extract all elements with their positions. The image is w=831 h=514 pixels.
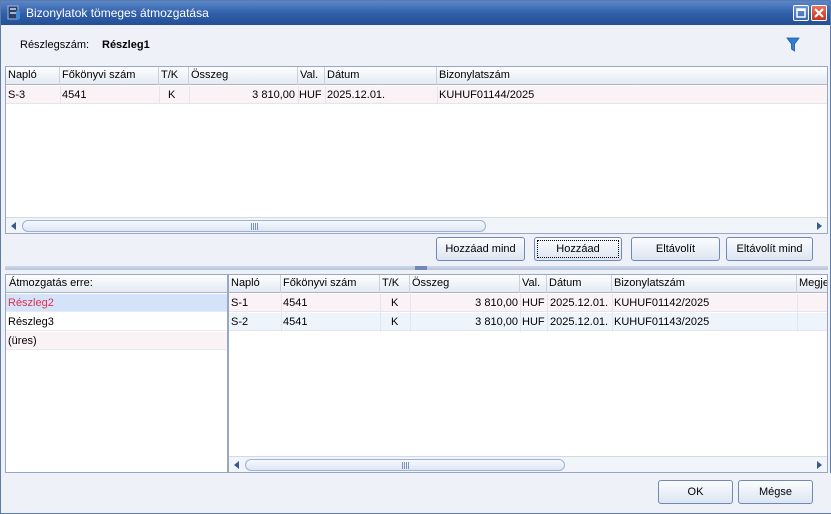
list-item[interactable]: (üres) bbox=[6, 332, 227, 350]
column-header-datum[interactable]: Dátum bbox=[327, 69, 359, 81]
column-header-tk[interactable]: T/K bbox=[382, 277, 399, 289]
department-value: Részleg1 bbox=[102, 39, 150, 51]
remove-all-button[interactable]: Eltávolít mind bbox=[726, 237, 813, 261]
cell-osszeg: 3 810,00 bbox=[252, 89, 295, 101]
app-icon bbox=[7, 5, 20, 20]
cell-tk: K bbox=[391, 297, 399, 309]
cell-bizonylat: KUHUF01142/2025 bbox=[614, 297, 710, 309]
scroll-thumb[interactable] bbox=[245, 459, 565, 471]
column-header-osszeg[interactable]: Összeg bbox=[191, 69, 228, 81]
scroll-right-icon[interactable] bbox=[813, 459, 825, 471]
column-header-megjegyzes[interactable]: Megje bbox=[799, 277, 827, 289]
grid-header: Napló Főkönyvi szám T/K Összeg Val. Dátu… bbox=[229, 275, 827, 293]
list-item[interactable]: Részleg3 bbox=[6, 313, 227, 331]
cell-osszeg: 3 810,00 bbox=[475, 297, 518, 309]
filter-icon[interactable] bbox=[786, 37, 800, 53]
cell-val: HUF bbox=[299, 89, 322, 101]
close-icon bbox=[814, 8, 824, 18]
scroll-left-icon[interactable] bbox=[8, 220, 20, 232]
title-bar[interactable]: Bizonylatok tömeges átmozgatása bbox=[1, 1, 830, 25]
column-header-val[interactable]: Val. bbox=[522, 277, 540, 289]
column-header-val[interactable]: Val. bbox=[300, 69, 318, 81]
horizontal-scrollbar[interactable] bbox=[6, 217, 827, 233]
cell-fokonyvi: 4541 bbox=[283, 316, 308, 328]
cell-val: HUF bbox=[522, 316, 545, 328]
department-label: Részlegszám: bbox=[20, 39, 90, 51]
grid-header: Napló Főkönyvi szám T/K Összeg Val. Dátu… bbox=[6, 67, 827, 85]
target-documents-grid[interactable]: Napló Főkönyvi szám T/K Összeg Val. Dátu… bbox=[228, 274, 828, 473]
add-all-button[interactable]: Hozzáad mind bbox=[436, 237, 525, 261]
horizontal-scrollbar[interactable] bbox=[229, 456, 827, 472]
window-title: Bizonylatok tömeges átmozgatása bbox=[26, 6, 209, 20]
maximize-icon bbox=[796, 8, 806, 18]
column-header-fokonyvi[interactable]: Főkönyvi szám bbox=[62, 69, 135, 81]
table-row[interactable]: S-2 4541 K 3 810,00 HUF 2025.12.01. KUHU… bbox=[229, 313, 827, 331]
target-department-list[interactable]: Átmozgatás erre: Részleg2 Részleg3 (üres… bbox=[5, 274, 228, 473]
cell-fokonyvi: 4541 bbox=[62, 89, 87, 101]
column-header-osszeg[interactable]: Összeg bbox=[412, 277, 449, 289]
close-button[interactable] bbox=[811, 5, 827, 21]
dialog-footer: OK Mégse bbox=[2, 473, 831, 513]
ok-button[interactable]: OK bbox=[658, 480, 733, 504]
maximize-button[interactable] bbox=[793, 5, 809, 21]
cell-bizonylat: KUHUF01143/2025 bbox=[614, 316, 710, 328]
cell-val: HUF bbox=[522, 297, 545, 309]
column-header-bizonylat[interactable]: Bizonylatszám bbox=[439, 69, 510, 81]
remove-button[interactable]: Eltávolít bbox=[631, 237, 720, 261]
source-documents-grid[interactable]: Napló Főkönyvi szám T/K Összeg Val. Dátu… bbox=[5, 66, 828, 234]
list-header: Átmozgatás erre: bbox=[6, 275, 227, 293]
cell-naplo: S-2 bbox=[231, 316, 249, 328]
cancel-button[interactable]: Mégse bbox=[738, 480, 813, 504]
table-row[interactable]: S-1 4541 K 3 810,00 HUF 2025.12.01. KUHU… bbox=[229, 294, 827, 312]
scroll-right-icon[interactable] bbox=[813, 220, 825, 232]
list-item[interactable]: Részleg2 bbox=[6, 294, 227, 312]
column-header-naplo[interactable]: Napló bbox=[8, 69, 37, 81]
list-header-label: Átmozgatás erre: bbox=[9, 277, 93, 289]
splitter[interactable] bbox=[5, 266, 828, 270]
cell-osszeg: 3 810,00 bbox=[475, 316, 518, 328]
cell-bizonylat: KUHUF01144/2025 bbox=[439, 89, 535, 101]
cell-datum: 2025.12.01. bbox=[550, 297, 609, 309]
column-header-tk[interactable]: T/K bbox=[161, 69, 178, 81]
column-header-naplo[interactable]: Napló bbox=[231, 277, 260, 289]
add-button[interactable]: Hozzáad bbox=[534, 237, 622, 261]
scroll-thumb[interactable] bbox=[22, 220, 486, 232]
column-header-fokonyvi[interactable]: Főkönyvi szám bbox=[283, 277, 356, 289]
column-header-datum[interactable]: Dátum bbox=[549, 277, 581, 289]
cell-datum: 2025.12.01. bbox=[550, 316, 609, 328]
dialog-window: Bizonylatok tömeges átmozgatása Részlegs… bbox=[0, 0, 831, 514]
cell-fokonyvi: 4541 bbox=[283, 297, 308, 309]
scroll-left-icon[interactable] bbox=[231, 459, 243, 471]
cell-tk: K bbox=[168, 89, 176, 101]
cell-datum: 2025.12.01. bbox=[327, 89, 386, 101]
column-header-bizonylat[interactable]: Bizonylatszám bbox=[614, 277, 685, 289]
cell-naplo: S-1 bbox=[231, 297, 249, 309]
cell-tk: K bbox=[391, 316, 399, 328]
table-row[interactable]: S-3 4541 K 3 810,00 HUF 2025.12.01. KUHU… bbox=[6, 86, 827, 104]
cell-naplo: S-3 bbox=[8, 89, 26, 101]
